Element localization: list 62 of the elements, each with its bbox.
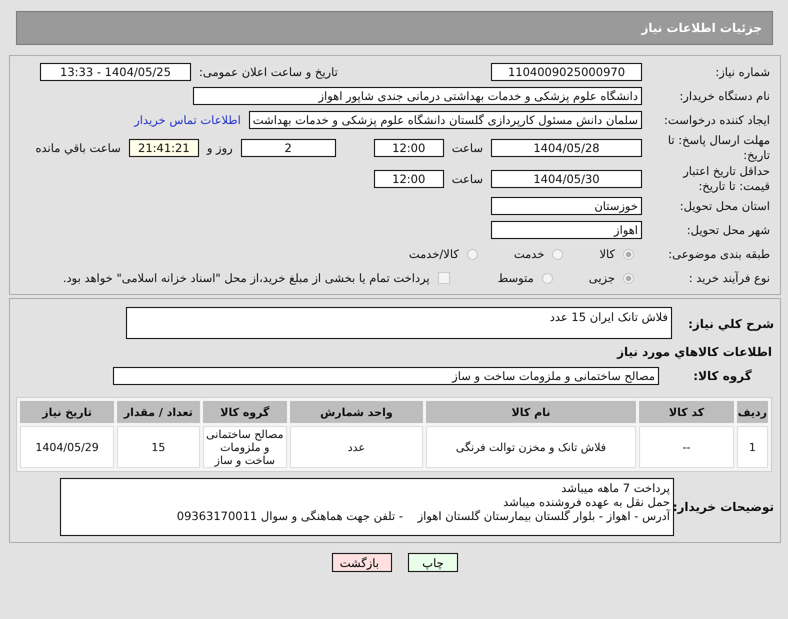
countdown-field: 21:41:21	[128, 138, 199, 156]
goods-group-field: مصالح ساختمانی و ملزومات ساخت و ساز	[113, 367, 659, 385]
radio-label: جزیی	[588, 271, 615, 285]
print-button[interactable]: چاپ	[408, 553, 458, 572]
description-field: فلاش تانک ایران 15 عدد	[126, 307, 672, 339]
radio-button[interactable]	[623, 272, 634, 284]
time-label: ساعت	[452, 172, 483, 186]
field-label: طبقه بندی موضوعی:	[667, 246, 771, 262]
time-label: ساعت	[452, 140, 483, 154]
radio-label: متوسط	[498, 271, 534, 285]
deadline-time-field: 12:00	[374, 138, 444, 156]
city-field: اهواز	[491, 221, 642, 239]
field-label: مهلت ارسال پاسخ: تا تاریخ:	[666, 133, 771, 162]
buyer-field: دانشگاه علوم پزشکی و خدمات بهداشتی درمانی جندی شاپور اهواز	[193, 87, 642, 105]
field-label: ایجاد کننده درخواست:	[663, 112, 771, 128]
field-label: نام دستگاه خریدار:	[678, 88, 771, 104]
column-header: گروه کالا	[202, 401, 288, 423]
field-label: گروه کالا:	[692, 369, 753, 383]
field-label: شرح کلي نياز:	[687, 316, 775, 331]
column-header: تعداد / مقدار	[117, 401, 200, 423]
days-field: 2	[240, 138, 336, 156]
back-button[interactable]: بازگشت	[332, 553, 392, 572]
column-header: تاریخ نیاز	[20, 401, 114, 423]
radio-button[interactable]	[552, 248, 564, 260]
buyer-contact-link[interactable]: اطلاعات تماس خریدار	[134, 113, 241, 127]
remaining-label: ساعت باقي مانده	[36, 140, 121, 154]
column-header: واحد شمارش	[290, 401, 423, 423]
table-cell: 15	[117, 426, 200, 468]
radio-label: کالا	[599, 247, 615, 261]
table-cell: 1404/05/29	[20, 426, 114, 468]
field-label: شهر محل تحویل:	[686, 222, 771, 238]
radio-label: خدمت	[514, 247, 544, 261]
radio-button[interactable]	[466, 248, 478, 260]
requester-field: سلمان دانش مسئول کارپردازی گلستان دانشگاه علوم پزشکی و خدمات بهداشت	[248, 111, 642, 129]
announce-date-field: 1404/05/25 - 13:33	[40, 63, 191, 81]
column-header: کد کالا	[639, 401, 734, 423]
validity-date-field: 1404/05/30	[491, 170, 642, 188]
field-label: حداقل تاریخ اعتبار قیمت: تا تاریخ:	[682, 164, 771, 193]
field-label: شماره نیاز:	[714, 64, 771, 80]
table-cell: عدد	[290, 426, 423, 468]
section-title: اطلاعات کالاهاي مورد نياز	[616, 345, 772, 359]
radio-label: کالا/خدمت	[408, 247, 459, 261]
field-label: تاریخ و ساعت اعلان عمومی:	[199, 65, 339, 79]
checkbox[interactable]	[438, 272, 450, 284]
need-number-field: 1104009025000970	[491, 63, 642, 81]
validity-time-field: 12:00	[374, 170, 444, 188]
page-title: جزئیات اطلاعات نیاز	[641, 21, 762, 35]
column-header: رديف	[736, 401, 768, 423]
table-cell: --	[639, 426, 734, 468]
radio-button[interactable]	[623, 248, 634, 260]
deadline-date-field: 1404/05/28	[491, 138, 642, 156]
table-cell: مصالح ساختمانی و ملزومات ساخت و ساز	[202, 426, 288, 468]
buyer-notes-field: پرداخت 7 ماهه میباشد حمل نقل به عهده فروشنده میباشد آدرس - اهواز - بلوار گلستان بیمارستان گلستان اهواز - تلفن جهت هماهنگی و سوال 09363170011	[60, 478, 674, 536]
radio-button[interactable]	[542, 272, 553, 284]
field-label: استان محل تحویل:	[678, 198, 771, 214]
table-cell: 1	[736, 426, 768, 468]
column-header: نام کالا	[426, 401, 636, 423]
province-field: خوزستان	[491, 197, 642, 215]
checkbox-label: پرداخت تمام یا بخشی از مبلغ خرید،از محل "اسناد خزانه اسلامی" خواهد بود.	[62, 271, 430, 285]
days-label: روز و	[206, 140, 233, 154]
table-cell: فلاش تانک و مخزن توالت فرنگی	[426, 426, 636, 468]
field-label: نوع فرآیند خرید :	[688, 270, 771, 286]
